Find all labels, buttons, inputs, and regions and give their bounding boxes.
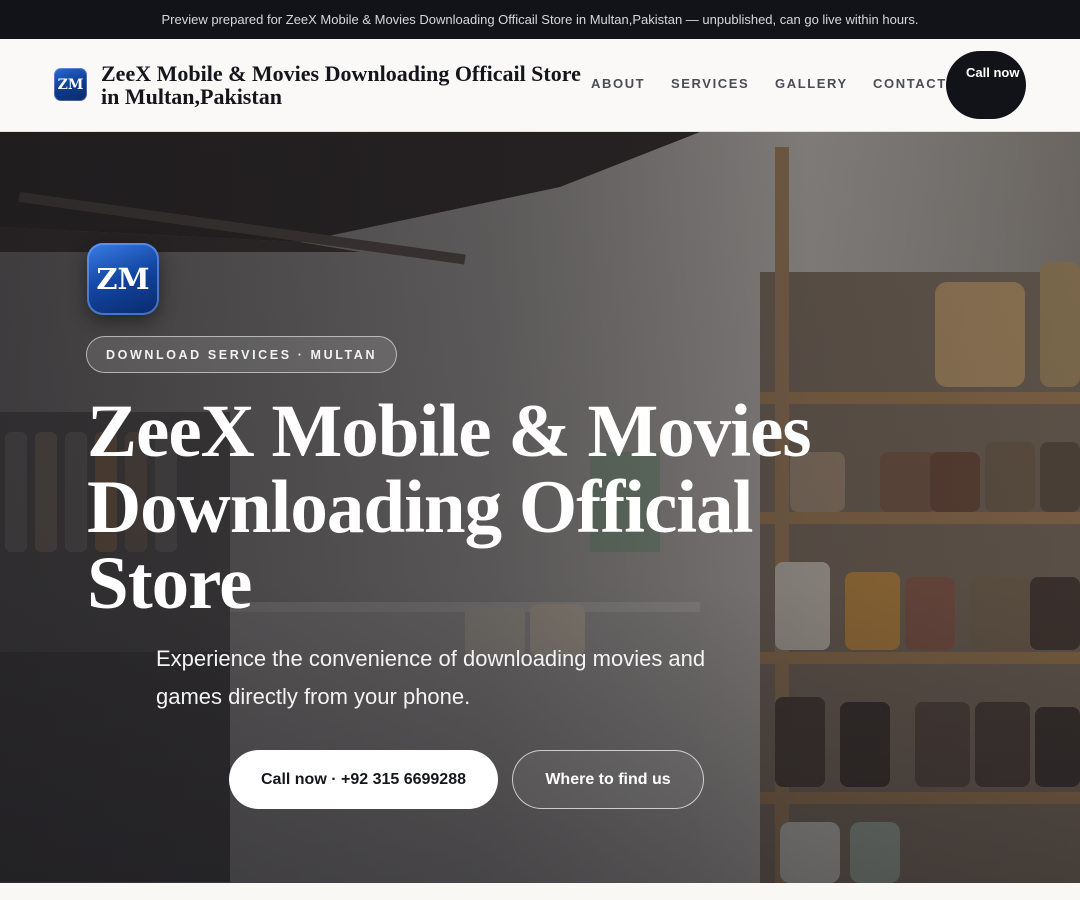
nav-contact[interactable]: CONTACT bbox=[873, 76, 947, 91]
hero-section: ZM DOWNLOAD SERVICES · MULTAN ZeeX Mobil… bbox=[0, 132, 1080, 883]
nav-gallery[interactable]: GALLERY bbox=[775, 76, 848, 91]
header-call-button[interactable]: Call now bbox=[946, 51, 1026, 119]
call-now-button[interactable]: Call now · +92 315 6699288 bbox=[229, 750, 498, 809]
nav-services[interactable]: SERVICES bbox=[671, 76, 749, 91]
where-to-find-us-button[interactable]: Where to find us bbox=[512, 750, 704, 809]
zm-logo-icon: ZM bbox=[87, 243, 159, 315]
hero-badge: DOWNLOAD SERVICES · MULTAN bbox=[86, 336, 398, 373]
hero-subtitle: Experience the convenience of downloadin… bbox=[156, 646, 706, 709]
brand-name[interactable]: ZeeX Mobile & Movies Downloading Officai… bbox=[101, 62, 601, 108]
announcement-text: Preview prepared for ZeeX Mobile & Movie… bbox=[161, 12, 919, 27]
hero-title: ZeeX Mobile & Movies Downloading Officia… bbox=[87, 390, 812, 625]
nav-about[interactable]: ABOUT bbox=[591, 76, 645, 91]
announcement-bar: Preview prepared for ZeeX Mobile & Movie… bbox=[0, 0, 1080, 39]
zm-logo-icon[interactable]: ZM bbox=[54, 68, 87, 101]
site-header: ZM ZeeX Mobile & Movies Downloading Offi… bbox=[0, 39, 1080, 132]
